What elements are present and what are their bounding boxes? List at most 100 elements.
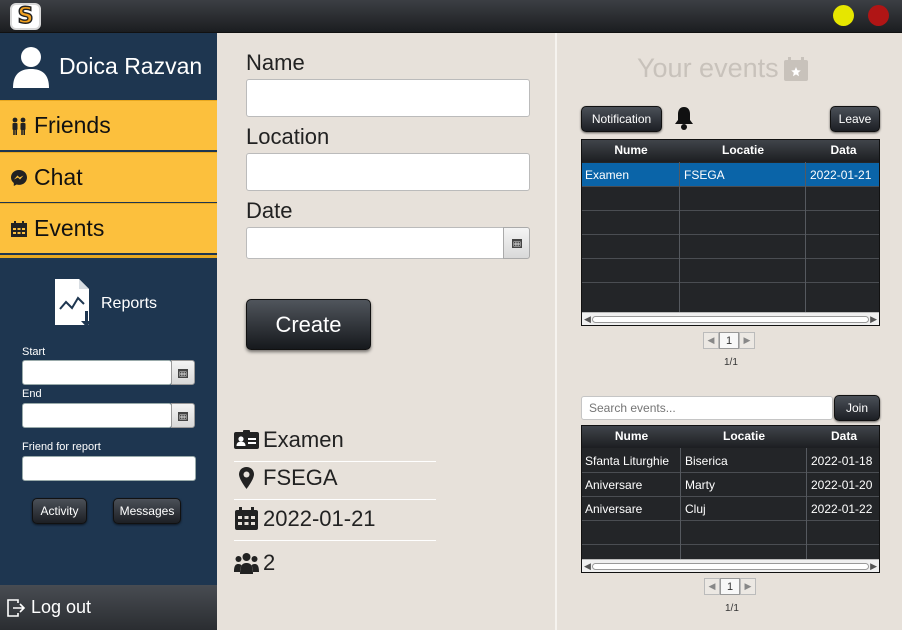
column-header-locatie[interactable]: Locatie <box>680 143 806 157</box>
column-header-nume[interactable]: Nume <box>582 429 681 443</box>
create-button[interactable]: Create <box>246 299 371 350</box>
cell-data: 2022-01-18 <box>811 454 873 468</box>
next-page-button[interactable]: ▶ <box>739 332 755 349</box>
sidebar-item-events[interactable]: Events <box>0 203 217 253</box>
prev-page-button[interactable]: ◀ <box>704 578 720 595</box>
end-date-label: End <box>22 388 42 400</box>
start-date-input[interactable] <box>22 360 172 385</box>
reports-header: Reports <box>0 277 217 337</box>
friend-report-input[interactable] <box>22 456 196 481</box>
column-divider <box>679 162 680 312</box>
logout-button[interactable]: Log out <box>0 585 217 630</box>
table-row[interactable]: Aniversare Cluj 2022-01-22 <box>582 497 879 521</box>
table-row[interactable]: Examen FSEGA 2022-01-21 <box>582 163 879 187</box>
column-divider <box>806 448 807 559</box>
location-pin-icon <box>239 466 254 489</box>
cell-locatie: Marty <box>685 478 715 492</box>
table-row[interactable] <box>582 187 879 211</box>
location-input[interactable] <box>246 153 530 191</box>
id-card-icon <box>234 429 259 449</box>
calendar-icon <box>235 506 258 530</box>
user-name: Doica Razvan <box>59 52 203 79</box>
date-picker-button[interactable] <box>503 227 530 259</box>
page-number-button[interactable]: 1 <box>719 332 739 349</box>
date-input[interactable] <box>246 227 504 259</box>
name-label: Name <box>246 50 305 75</box>
horizontal-scrollbar[interactable]: ◀ ▶ <box>582 559 879 572</box>
sidebar: Doica Razvan Friends Chat Events Reports… <box>0 33 217 630</box>
cell-locatie: Biserica <box>685 454 728 468</box>
table-row[interactable] <box>582 283 879 307</box>
event-detail-name-text: Examen <box>263 426 344 452</box>
scroll-left-icon[interactable]: ◀ <box>584 561 591 572</box>
sidebar-item-friends[interactable]: Friends <box>0 100 217 150</box>
leave-button[interactable]: Leave <box>830 106 880 132</box>
horizontal-scrollbar[interactable]: ◀ ▶ <box>582 312 879 325</box>
logout-label: Log out <box>31 597 92 617</box>
start-date-picker-button[interactable] <box>171 360 195 385</box>
cell-nume: Aniversare <box>585 478 643 492</box>
date-label: Date <box>246 198 293 223</box>
user-avatar-icon <box>13 47 49 88</box>
calendar-icon <box>511 239 522 248</box>
your-events-title-text: Your events <box>637 53 779 83</box>
name-input[interactable] <box>246 79 530 117</box>
column-header-data[interactable]: Data <box>806 143 881 157</box>
table-row[interactable] <box>582 259 879 283</box>
messages-button[interactable]: Messages <box>113 498 181 524</box>
cell-locatie: Cluj <box>685 502 706 516</box>
table-row[interactable]: Sfanta Liturghie Biserica 2022-01-18 <box>582 449 879 473</box>
sidebar-item-label: Events <box>34 215 105 241</box>
join-button[interactable]: Join <box>834 395 880 421</box>
cell-data: 2022-01-20 <box>811 478 873 492</box>
logout-icon <box>7 598 26 617</box>
close-button[interactable] <box>868 5 889 26</box>
sidebar-item-label: Friends <box>34 112 111 138</box>
search-events-input[interactable] <box>581 396 833 420</box>
column-header-data[interactable]: Data <box>807 429 881 443</box>
prev-page-button[interactable]: ◀ <box>703 332 719 349</box>
sidebar-item-chat[interactable]: Chat <box>0 152 217 202</box>
table-row[interactable] <box>582 521 879 545</box>
cell-locatie: FSEGA <box>684 168 725 182</box>
all-events-table: Nume Locatie Data Sfanta Liturghie Biser… <box>581 425 880 573</box>
page-info: 1/1 <box>724 357 738 368</box>
event-detail-location-text: FSEGA <box>263 464 338 490</box>
table-row[interactable] <box>582 211 879 235</box>
location-label: Location <box>246 124 330 149</box>
end-date-input[interactable] <box>22 403 172 428</box>
scroll-right-icon[interactable]: ▶ <box>870 314 877 325</box>
scrollbar-thumb[interactable] <box>592 316 869 323</box>
bell-icon[interactable] <box>674 106 694 131</box>
group-icon <box>234 553 259 574</box>
logo-letter: S <box>17 3 34 29</box>
report-document-icon <box>55 279 92 327</box>
cell-data: 2022-01-21 <box>810 168 872 182</box>
start-date-label: Start <box>22 346 46 358</box>
end-date-picker-button[interactable] <box>171 403 195 428</box>
activity-button[interactable]: Activity <box>32 498 87 524</box>
scrollbar-thumb[interactable] <box>592 563 869 570</box>
table-row[interactable] <box>582 545 879 559</box>
messenger-icon <box>11 169 27 186</box>
cell-nume: Examen <box>585 168 630 182</box>
your-events-pager: ◀ 1 ▶ <box>703 332 755 349</box>
event-detail-participants: 2 <box>234 541 436 585</box>
scroll-right-icon[interactable]: ▶ <box>870 561 877 572</box>
table-row[interactable] <box>582 235 879 259</box>
page-number-button[interactable]: 1 <box>720 578 740 595</box>
scroll-left-icon[interactable]: ◀ <box>584 314 591 325</box>
calendar-star-icon <box>783 56 808 81</box>
notification-button[interactable]: Notification <box>581 106 662 132</box>
column-header-locatie[interactable]: Locatie <box>681 429 807 443</box>
table-row[interactable]: Aniversare Marty 2022-01-20 <box>582 473 879 497</box>
title-bar: S <box>0 0 902 33</box>
minimize-button[interactable] <box>833 5 854 26</box>
column-header-nume[interactable]: Nume <box>582 143 680 157</box>
column-divider <box>680 448 681 559</box>
column-divider <box>555 33 557 630</box>
next-page-button[interactable]: ▶ <box>740 578 756 595</box>
calendar-icon <box>178 368 188 378</box>
reports-title: Reports <box>101 295 158 312</box>
column-divider <box>805 162 806 312</box>
